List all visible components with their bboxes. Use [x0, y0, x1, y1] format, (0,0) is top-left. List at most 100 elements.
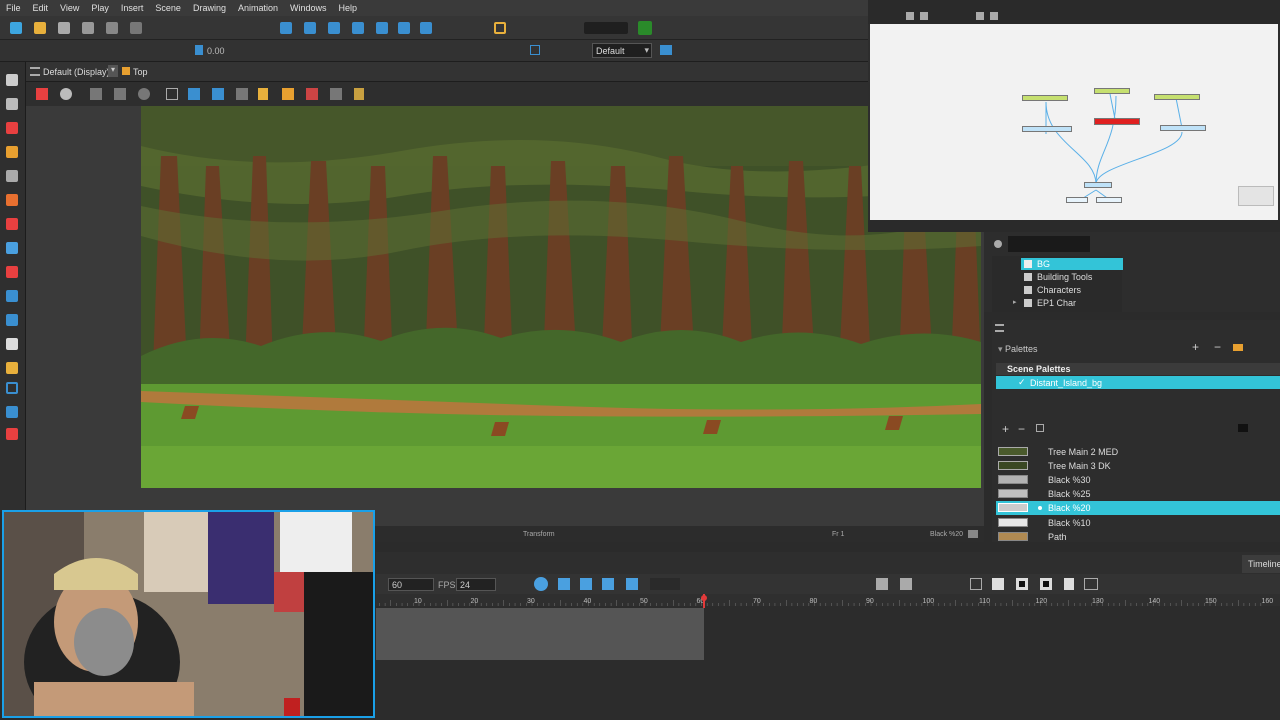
color-row-black-20[interactable]: Black %20: [996, 501, 1280, 515]
open-folder-icon[interactable]: [34, 22, 46, 34]
zoom-tool-icon[interactable]: [6, 362, 18, 374]
menu-help[interactable]: Help: [333, 3, 364, 13]
camera-icon[interactable]: [376, 22, 388, 34]
eraser-tool-icon[interactable]: [6, 218, 18, 230]
playhead-handle[interactable]: [701, 595, 707, 601]
node-up-icon[interactable]: [990, 12, 998, 20]
page-icon[interactable]: [1064, 578, 1074, 590]
add-palette-icon[interactable]: +: [1192, 340, 1199, 354]
new-scene-icon[interactable]: [10, 22, 22, 34]
palette-item-distant-island[interactable]: ✓ Distant_Island_bg: [996, 376, 1280, 389]
frame-icon[interactable]: [494, 22, 506, 34]
composite-node[interactable]: [1084, 182, 1112, 188]
layer-type-dropdown[interactable]: [650, 578, 680, 590]
contour-tool-icon[interactable]: [6, 98, 18, 110]
library-item-building-tools[interactable]: Building Tools: [1021, 271, 1123, 283]
frames-field[interactable]: 60: [388, 578, 434, 591]
rotate-icon[interactable]: [420, 22, 432, 34]
preset-dropdown[interactable]: Default ▾: [592, 43, 652, 58]
ratio-icon[interactable]: [530, 45, 540, 55]
turn-icon[interactable]: [138, 88, 150, 100]
peg-node[interactable]: [1022, 126, 1072, 132]
drawing-node[interactable]: [1022, 95, 1068, 101]
node-navigator[interactable]: [1238, 186, 1274, 206]
checkmark-icon[interactable]: [638, 21, 652, 35]
abc-icon[interactable]: [1084, 578, 1098, 590]
safe-area-icon[interactable]: [188, 88, 200, 100]
search-icon[interactable]: [994, 240, 1002, 248]
expand-arrow-icon[interactable]: ▸: [1013, 298, 1017, 306]
drawing-thumbnail-icon[interactable]: [992, 578, 1004, 590]
remove-color-icon[interactable]: −: [1018, 422, 1025, 436]
write-node[interactable]: [1096, 197, 1122, 203]
brush-tool-icon[interactable]: [6, 122, 18, 134]
skew-icon[interactable]: [352, 22, 364, 34]
rotation-value[interactable]: 0.00: [207, 46, 225, 56]
field-icon[interactable]: [236, 88, 248, 100]
breadcrumb[interactable]: Top: [133, 67, 148, 77]
tab-timeline[interactable]: Timeline: [1242, 555, 1280, 573]
drawing-node[interactable]: [1154, 94, 1200, 100]
color-row-tree-main-2-med[interactable]: Tree Main 2 MED: [996, 445, 1280, 458]
hand-tool-icon[interactable]: [6, 338, 18, 350]
add-color-icon[interactable]: +: [1002, 422, 1009, 436]
save-icon[interactable]: [58, 22, 70, 34]
text-tool-icon[interactable]: [6, 170, 18, 182]
gear-icon[interactable]: [60, 88, 72, 100]
chevron-down-icon[interactable]: ▾: [108, 65, 118, 77]
layer-peg-icon[interactable]: [602, 578, 614, 590]
library-item-characters[interactable]: Characters: [1021, 284, 1123, 296]
bucket-icon[interactable]: [354, 88, 364, 100]
fps-field[interactable]: 24: [456, 578, 496, 591]
onion-skin-icon[interactable]: [534, 577, 548, 591]
color-row-black-25[interactable]: Black %25: [996, 487, 1280, 500]
display-mode[interactable]: Default (Display): [43, 67, 110, 77]
menu-play[interactable]: Play: [85, 3, 115, 13]
layer-drawing-icon[interactable]: [580, 578, 592, 590]
mark-key-icon[interactable]: [970, 578, 982, 590]
paint-tool-icon[interactable]: [6, 194, 18, 206]
dropper-tool-icon[interactable]: [6, 314, 18, 326]
save-as-icon[interactable]: [82, 22, 94, 34]
layer-add-icon[interactable]: [558, 578, 570, 590]
menu-scene[interactable]: Scene: [149, 3, 187, 13]
bone-icon[interactable]: [398, 22, 410, 34]
menu-insert[interactable]: Insert: [115, 3, 150, 13]
transform-tool-icon[interactable]: [6, 382, 18, 394]
menu-edit[interactable]: Edit: [27, 3, 55, 13]
color-row-tree-main-3-dk[interactable]: Tree Main 3 DK: [996, 459, 1280, 472]
reset-view-icon[interactable]: [36, 88, 48, 100]
cutter-tool-icon[interactable]: [6, 406, 18, 418]
stop-icon[interactable]: [1016, 578, 1028, 590]
ellipse-tool-icon[interactable]: [6, 290, 18, 302]
drawing-node[interactable]: [1094, 88, 1130, 94]
node-add-icon[interactable]: [906, 12, 914, 20]
keyframe-icon[interactable]: [876, 578, 888, 590]
menu-drawing[interactable]: Drawing: [187, 3, 232, 13]
library-search-input[interactable]: [1008, 236, 1090, 252]
brush-icon[interactable]: [330, 88, 342, 100]
shape-tool-icon[interactable]: [6, 266, 18, 278]
palette-folder-icon[interactable]: [1233, 344, 1243, 351]
home-icon[interactable]: [122, 67, 130, 75]
pencil-icon[interactable]: [306, 88, 318, 100]
node-home-icon[interactable]: [976, 12, 984, 20]
menu-icon[interactable]: [30, 67, 40, 76]
menu-file[interactable]: File: [0, 3, 27, 13]
select-tool-icon[interactable]: [6, 74, 18, 86]
grid-icon[interactable]: [166, 88, 178, 100]
peg-node[interactable]: [1160, 125, 1206, 131]
menu-icon[interactable]: [995, 324, 1004, 332]
library-item-ep1-char[interactable]: ▸ EP1 Char: [1013, 297, 1123, 309]
swatch-mode-icon[interactable]: [1238, 424, 1248, 432]
timeline-track[interactable]: 10 20 30 40 50 60 70 80 90 100 110 120 130 140 150 160: [376, 594, 1280, 720]
autolock-icon[interactable]: [282, 88, 294, 100]
lock-icon[interactable]: [258, 88, 268, 100]
store-preset-icon[interactable]: [660, 45, 672, 55]
pivot-icon[interactable]: [304, 22, 316, 34]
library-item-bg[interactable]: BG: [1021, 258, 1123, 270]
color-row-black-30[interactable]: Black %30: [996, 473, 1280, 486]
color-row-black-10[interactable]: Black %10: [996, 516, 1280, 529]
frame-mark-icon[interactable]: [1040, 578, 1052, 590]
menu-windows[interactable]: Windows: [284, 3, 333, 13]
